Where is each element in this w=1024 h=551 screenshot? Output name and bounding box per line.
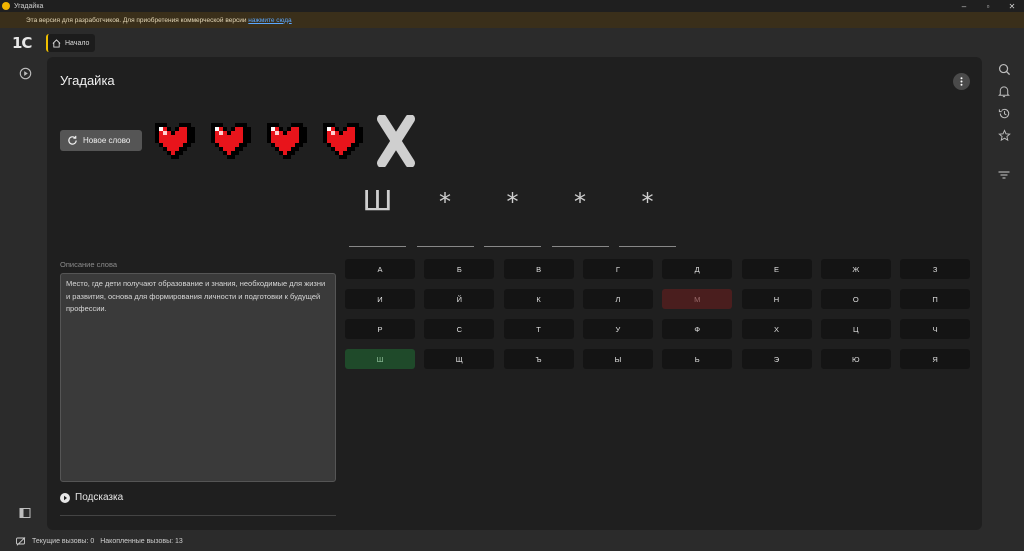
logo-1c[interactable]: 1С — [12, 34, 32, 52]
banner-text: Эта версия для разработчиков. Для приобр… — [26, 16, 247, 24]
letter-slot: * — [484, 182, 541, 247]
play-circle-icon — [60, 492, 70, 503]
description-label: Описание слова — [60, 260, 118, 269]
home-icon — [52, 38, 61, 48]
letter-slot-char: * — [574, 188, 586, 216]
letter-key[interactable]: Д — [662, 259, 733, 279]
sidebar-toggle-icon[interactable] — [18, 506, 32, 520]
letter-key[interactable]: Р — [345, 319, 415, 339]
letter-slot-underline — [416, 246, 474, 247]
letter-key[interactable]: Щ — [424, 349, 495, 369]
new-word-button[interactable]: Новое слово — [60, 130, 142, 151]
status-bar: Текущие вызовы: 0 Накопленные вызовы: 13 — [0, 531, 1024, 551]
letter-slot: * — [416, 182, 474, 247]
letter-slot: Ш — [349, 182, 406, 247]
letter-slot: * — [551, 182, 609, 247]
heart-icon — [319, 119, 363, 163]
heart-icon — [207, 119, 251, 163]
play-icon[interactable] — [18, 66, 32, 80]
heart-icon — [263, 119, 307, 163]
close-icon[interactable]: ✕ — [1000, 0, 1024, 12]
word-display: Ш * * * * — [349, 182, 689, 247]
minimize-icon[interactable]: – — [952, 0, 976, 12]
letter-key[interactable]: Й — [424, 289, 495, 309]
tab-home-label: Начало — [65, 39, 90, 47]
letter-key[interactable]: Ф — [662, 319, 733, 339]
letter-key[interactable]: Ь — [662, 349, 733, 369]
accumulated-calls: Накопленные вызовы: 13 — [100, 537, 183, 545]
letter-slot: * — [619, 182, 676, 247]
letter-key[interactable]: З — [900, 259, 971, 279]
window-controls: – ▫ ✕ — [952, 0, 1024, 12]
phone-icon — [16, 536, 26, 546]
right-rail — [984, 58, 1024, 528]
letter-key[interactable]: Ш — [345, 349, 415, 369]
letter-key[interactable]: Е — [741, 259, 812, 279]
letter-slot-char: * — [641, 188, 654, 216]
page-title: Угадайка — [60, 73, 115, 88]
star-icon[interactable] — [997, 128, 1011, 142]
letter-key[interactable]: И — [345, 289, 415, 309]
letter-key[interactable]: П — [900, 289, 971, 309]
top-bar: 1С Начало — [0, 28, 1024, 58]
more-options-button[interactable] — [953, 73, 970, 90]
description-field[interactable]: Место, где дети получают образование и з… — [60, 273, 336, 482]
window-title: Угадайка — [14, 2, 44, 10]
refresh-icon — [68, 135, 77, 145]
letter-key[interactable]: Л — [582, 289, 653, 309]
letter-key[interactable]: У — [582, 319, 653, 339]
new-word-label: Новое слово — [83, 136, 131, 145]
letter-key[interactable]: Б — [424, 259, 495, 279]
tab-home[interactable]: Начало — [46, 34, 96, 52]
letter-key[interactable]: Т — [503, 319, 574, 339]
letter-key[interactable]: Ц — [820, 319, 891, 339]
hint-toggle[interactable]: Подсказка — [60, 492, 123, 503]
hint-label: Подсказка — [75, 492, 124, 503]
dev-banner: Эта версия для разработчиков. Для приобр… — [0, 12, 1024, 28]
letter-key[interactable]: М — [662, 289, 733, 309]
letter-key[interactable]: Г — [582, 259, 653, 279]
letter-slot-underline — [484, 246, 541, 247]
filter-icon[interactable] — [997, 168, 1011, 182]
letter-key[interactable]: Н — [741, 289, 812, 309]
letter-key[interactable]: Ъ — [503, 349, 574, 369]
history-icon[interactable] — [997, 106, 1011, 120]
more-vertical-icon — [960, 77, 963, 86]
maximize-icon[interactable]: ▫ — [976, 0, 1000, 12]
letter-key[interactable]: А — [345, 259, 415, 279]
letter-key[interactable]: В — [503, 259, 574, 279]
letter-slot-char: * — [439, 188, 451, 216]
letter-slot-underline — [619, 246, 676, 247]
current-calls: Текущие вызовы: 0 — [32, 537, 95, 545]
lost-life-icon — [377, 115, 415, 167]
letter-key[interactable]: Х — [741, 319, 812, 339]
letter-slot-underline — [349, 246, 406, 247]
letter-key[interactable]: Ы — [582, 349, 653, 369]
heart-icon — [151, 119, 195, 163]
title-bar: Угадайка – ▫ ✕ — [0, 0, 1024, 12]
letter-key[interactable]: О — [820, 289, 891, 309]
left-rail — [0, 58, 48, 528]
letter-key[interactable]: С — [424, 319, 495, 339]
game-panel: Угадайка Новое слово Ш * * * * Описание … — [47, 57, 982, 530]
letter-keyboard: АБВГДЕЖЗ ИЙКЛМНОП РСТУФХЦЧ ШЩЪЫЬЭЮЯ — [345, 259, 971, 371]
search-icon[interactable] — [997, 62, 1011, 76]
bell-icon[interactable] — [997, 84, 1011, 98]
letter-key[interactable]: К — [503, 289, 574, 309]
letter-key[interactable]: Ж — [820, 259, 891, 279]
letter-slot-char: * — [506, 188, 519, 216]
letter-key[interactable]: Э — [741, 349, 812, 369]
app-icon — [2, 2, 10, 10]
letter-key[interactable]: Ю — [820, 349, 891, 369]
letter-slot-underline — [551, 246, 609, 247]
banner-link[interactable]: нажмите сюда — [248, 17, 291, 24]
letter-key[interactable]: Я — [900, 349, 971, 369]
letter-key[interactable]: Ч — [900, 319, 971, 339]
letter-slot-char: Ш — [362, 184, 393, 217]
hint-divider — [60, 515, 336, 516]
